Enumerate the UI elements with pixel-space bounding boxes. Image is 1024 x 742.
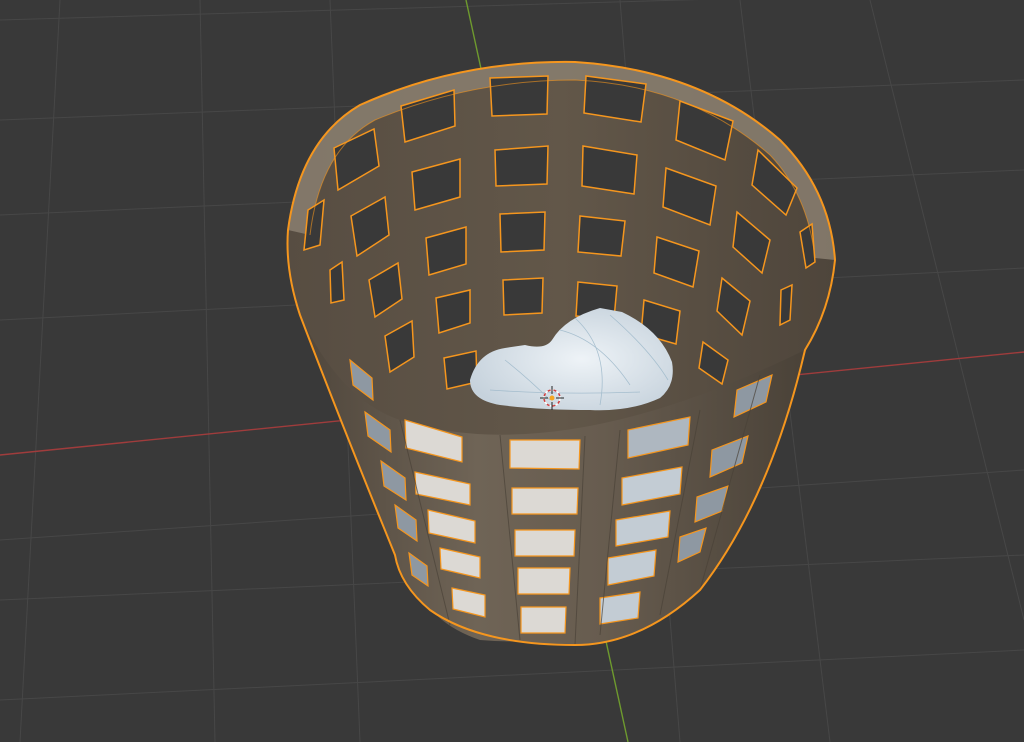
3d-viewport[interactable] (0, 0, 1024, 742)
object-origin (549, 395, 555, 401)
basket-object[interactable] (286, 60, 837, 647)
